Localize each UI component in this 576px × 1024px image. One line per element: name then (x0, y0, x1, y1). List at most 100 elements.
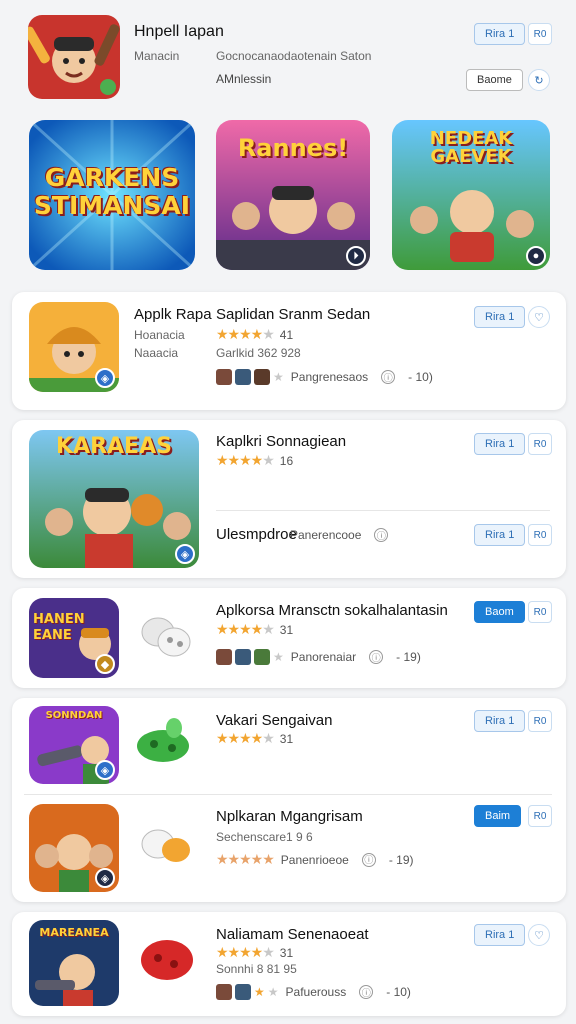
item1-dev1: Hoanacia (134, 328, 185, 342)
item3-rating: ★★★★★ 31 (216, 621, 294, 637)
item2-banner[interactable]: KARAEAS ◈ (29, 430, 199, 568)
header-app-icon[interactable] (28, 15, 120, 99)
item6-title: Naliamam Senenaoeat (216, 926, 369, 943)
gamepad-icon (141, 940, 193, 980)
avatar (216, 649, 232, 665)
badge-icon: ◈ (95, 368, 115, 388)
item2-get-button[interactable]: Rira 1 (474, 433, 526, 455)
item3-icon-text: HANEN EANE (33, 612, 91, 644)
badge-icon: ◈ (95, 868, 115, 888)
item1-social-text: Pangrenesaos (290, 370, 369, 384)
item5-get-button[interactable]: Baim (474, 805, 522, 827)
item6-count: - 10) (386, 985, 411, 999)
header-subtitle-second: AMnlessin (216, 72, 272, 86)
featured-banner-1-text: GARKENS STIMANSAI (29, 164, 195, 220)
gamepad-icon (141, 617, 191, 657)
item3-title: Aplkorsa Mransctn sokalhalantasin (216, 602, 448, 619)
play-icon: ⏵ (346, 246, 366, 266)
avatar (235, 369, 251, 385)
item4-get-button[interactable]: Rira 1 (474, 710, 526, 732)
avatar (235, 649, 251, 665)
item5-title: Nplkaran Mgangrisam (216, 808, 363, 825)
featured-banner-1[interactable]: GARKENS STIMANSAI (29, 120, 195, 270)
featured-banner-3-line2: GAEVEK (430, 146, 512, 167)
item6-rating-number: 31 (279, 946, 294, 960)
item3-count: - 19) (396, 650, 421, 664)
featured-banner-1-line1: GARKENS (44, 163, 180, 192)
item2-rating-number: 16 (279, 454, 294, 468)
item6-get-button[interactable]: Rira 1 (474, 924, 526, 946)
featured-banner-2[interactable]: Rannes! ⏵ (216, 120, 370, 270)
avatar (254, 369, 270, 385)
item1-meta: Garlkid 362 928 (216, 346, 301, 360)
item6-heart-button[interactable]: ♡ (528, 924, 550, 946)
item6-social: ★ ★ Pafuerouss ⓘ - 10) (216, 984, 411, 1000)
item3-get-button[interactable]: Baom (474, 601, 525, 623)
item1-get-button[interactable]: Rira 1 (474, 306, 526, 328)
item1-name: Applk Rapa (134, 306, 212, 323)
badge-icon: ◈ (175, 544, 195, 564)
refresh-icon: ↻ (534, 74, 544, 87)
header-app-title: Hnpell Iapan (134, 23, 224, 40)
item1-dev2: Naaacia (134, 346, 179, 360)
badge-icon: ◆ (95, 654, 115, 674)
star-icon: ★ (273, 650, 284, 664)
game-hero-icon (28, 15, 120, 99)
featured-banner-3-text: NEDEAK GAEVEK (392, 130, 550, 166)
info-icon: ⓘ (361, 852, 376, 867)
item1-title: Saplidan Sranm Sedan (216, 306, 371, 323)
item1-count: - 10) (408, 370, 433, 384)
avatar (235, 984, 251, 1000)
badge-icon: ● (526, 246, 546, 266)
avatar (216, 369, 232, 385)
item5-app-icon[interactable]: ◈ (29, 804, 119, 892)
avatar (216, 984, 232, 1000)
item4-app-icon[interactable]: SONNDAN ◈ (29, 706, 119, 784)
item5-options-button[interactable]: R0 (528, 805, 552, 827)
item5-social-text: Panenrioeoe (280, 852, 349, 867)
info-icon: ⓘ (369, 650, 384, 664)
item1-app-icon[interactable]: ◈ (29, 302, 119, 392)
badge-icon: ◈ (95, 760, 115, 780)
info-icon: ⓘ (359, 985, 374, 999)
item2-bottom-social-text: Panerencooe (290, 528, 362, 542)
star-icon: ★ (267, 985, 279, 999)
header-options-button[interactable]: R0 (528, 23, 552, 45)
item3-options-button[interactable]: R0 (528, 601, 552, 623)
item3-social-text: Panorenaiar (290, 650, 357, 664)
item3-app-icon[interactable]: HANEN EANE ◆ (29, 598, 119, 678)
item5-count: - 19) (388, 852, 414, 867)
item2-banner-text: KARAEAS (56, 434, 172, 459)
header-secondary-button[interactable]: Baome (466, 69, 523, 91)
item2-options-button[interactable]: R0 (528, 433, 552, 455)
info-icon: ⓘ (381, 370, 396, 384)
heart-icon: ♡ (534, 929, 544, 942)
item4-options-button[interactable]: R0 (528, 710, 552, 732)
item6-social-text: Pafuerouss (285, 985, 347, 999)
item6-app-icon[interactable]: MAREANEA (29, 920, 119, 1006)
item4-title: Vakari Sengaivan (216, 712, 333, 729)
divider (24, 794, 552, 795)
header-info-button[interactable]: ↻ (528, 69, 550, 91)
header-subtitle-right: Gocnocanaodaotenain Saton (216, 49, 372, 63)
featured-banner-2-text: Rannes! (237, 134, 349, 162)
featured-banner-3[interactable]: NEDEAK GAEVEK ● (392, 120, 550, 270)
header-get-button[interactable]: Rira 1 (474, 23, 526, 45)
info-icon: ⓘ (374, 528, 389, 542)
gamepad-icon (137, 718, 189, 762)
item3-social: ★ Panorenaiar ⓘ - 19) (216, 649, 421, 665)
item5-stars: ★★★★★ (216, 851, 275, 867)
star-icon: ★ (273, 370, 284, 384)
item4-rating-number: 31 (279, 732, 294, 746)
item6-rating: ★★★★★ 31 (216, 944, 294, 960)
item5-social: ★★★★★ Panenrioeoe ⓘ - 19) (216, 851, 414, 868)
avatar (254, 649, 270, 665)
item2-bottom-get-button[interactable]: Rira 1 (474, 524, 526, 546)
item2-bottom-title: Ulesmpdroe (216, 526, 297, 543)
gamepad-icon (141, 829, 190, 862)
item4-rating: ★★★★★ 31 (216, 730, 294, 746)
item2-title: Kaplkri Sonnagiean (216, 433, 347, 450)
item1-heart-button[interactable]: ♡ (528, 306, 550, 328)
item3-rating-number: 31 (279, 623, 294, 637)
item2-bottom-options-button[interactable]: R0 (528, 524, 552, 546)
